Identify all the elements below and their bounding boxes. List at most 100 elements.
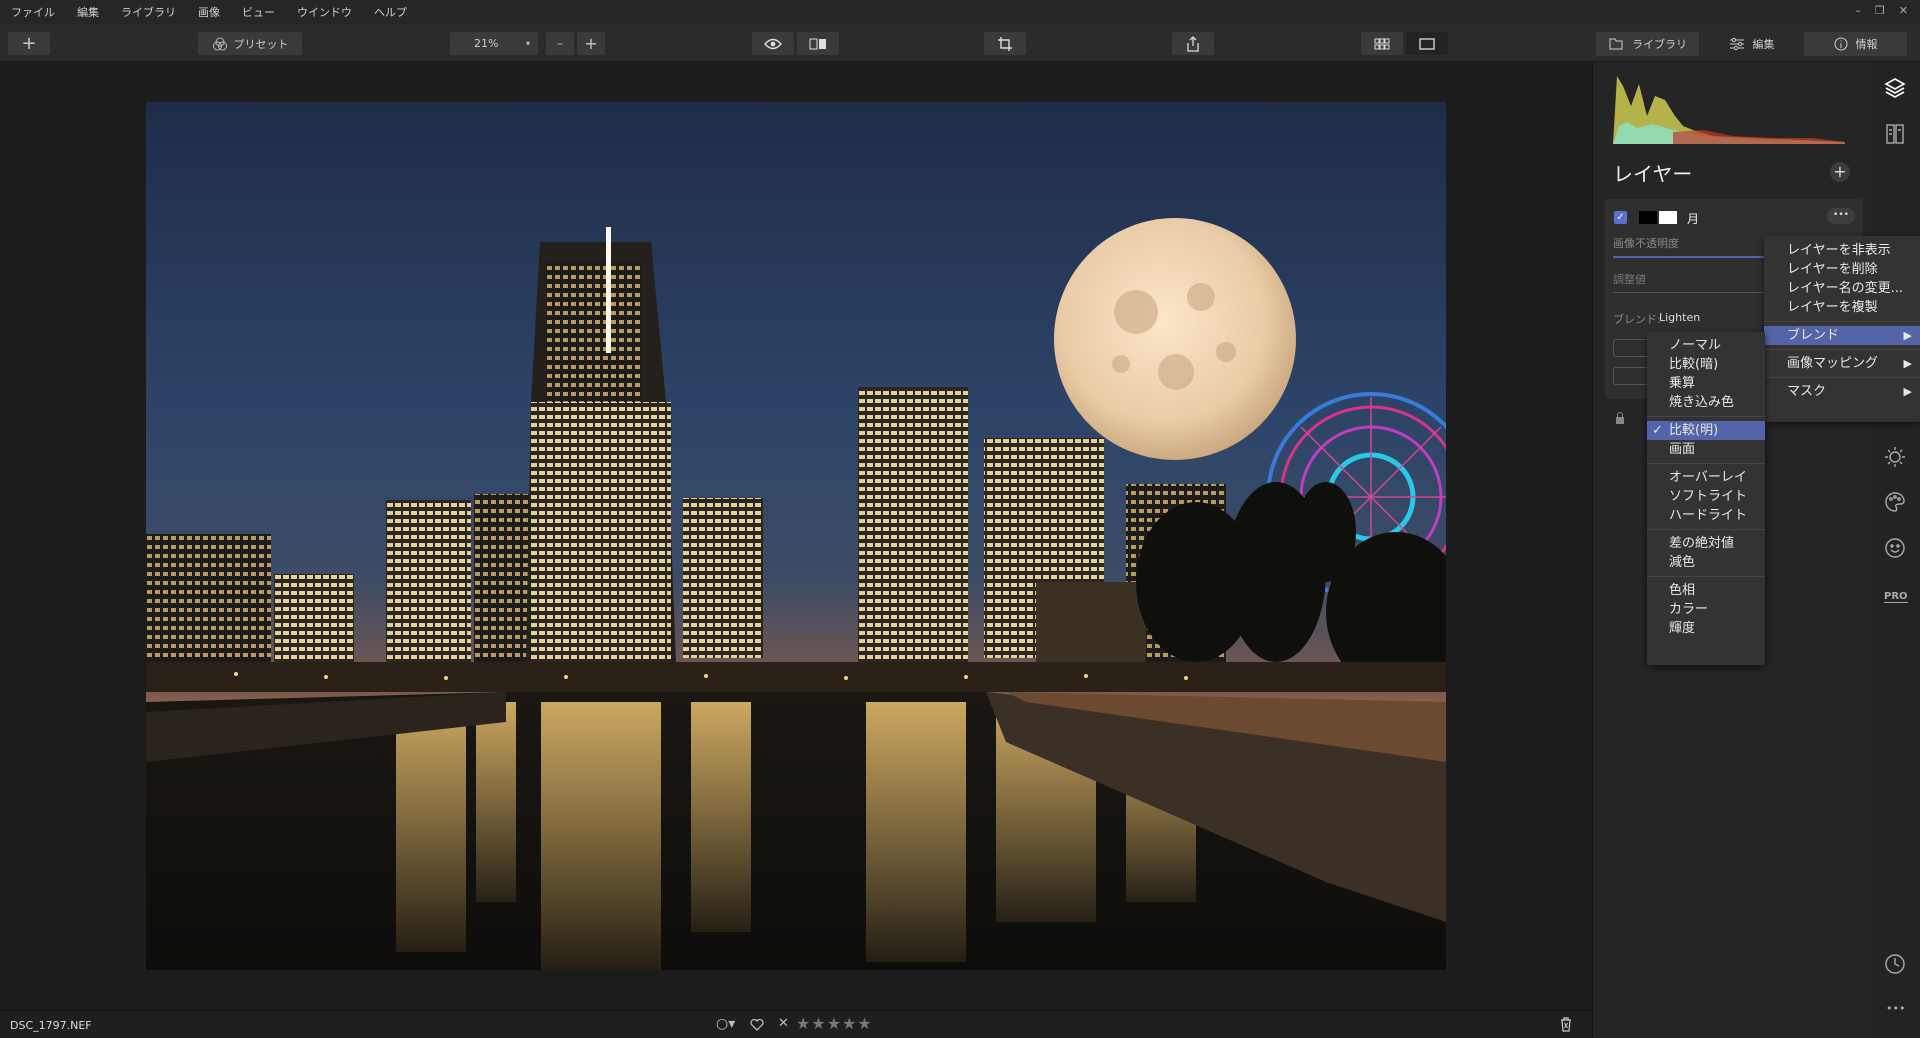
blend-color[interactable]: カラー <box>1647 600 1765 619</box>
zoom-in-label: + <box>584 34 598 53</box>
tab-library[interactable]: ライブラリ <box>1596 32 1700 56</box>
restore-button[interactable]: ❐ <box>1875 4 1885 17</box>
eye-icon <box>764 38 782 49</box>
heart-icon[interactable] <box>750 1019 764 1031</box>
palette-icon[interactable] <box>1883 490 1907 514</box>
preview-button[interactable] <box>752 32 794 55</box>
menu-image[interactable]: 画像 <box>187 4 231 20</box>
blend-soft-light[interactable]: ソフトライト <box>1647 487 1765 506</box>
menu-view[interactable]: ビュー <box>231 4 286 20</box>
menu-blend[interactable]: ブレンド ▶ <box>1764 326 1920 345</box>
share-icon <box>1187 35 1199 52</box>
menu-delete-layer[interactable]: レイヤーを削除 <box>1764 260 1920 279</box>
menu-separator <box>1647 463 1765 464</box>
tab-edit-label: 編集 <box>1752 38 1775 51</box>
menu-hide-layer[interactable]: レイヤーを非表示 <box>1764 241 1920 260</box>
close-button[interactable]: ✕ <box>1899 4 1908 17</box>
blend-lighten[interactable]: ✓ 比較(明) <box>1647 421 1765 440</box>
menu-file[interactable]: ファイル <box>0 4 66 20</box>
sliders-icon <box>1729 37 1744 51</box>
blend-multiply[interactable]: 乗算 <box>1647 374 1765 393</box>
tab-info-label: 情報 <box>1855 38 1878 51</box>
menu-mask-label: マスク <box>1787 384 1827 399</box>
star-rating[interactable]: ★★★★★ <box>796 1014 873 1033</box>
blend-luminosity[interactable]: 輝度 <box>1647 619 1765 638</box>
crop-icon <box>998 36 1012 51</box>
add-layer-button[interactable]: + <box>1830 162 1850 182</box>
blend-hue[interactable]: 色相 <box>1647 581 1765 600</box>
menu-separator <box>1764 321 1920 322</box>
photo-image <box>146 102 1446 970</box>
share-button[interactable] <box>1172 32 1214 55</box>
blend-overlay[interactable]: オーバーレイ <box>1647 468 1765 487</box>
zoom-select[interactable]: 21% ▾ <box>450 32 538 55</box>
blend-subtract[interactable]: 減色 <box>1647 553 1765 572</box>
grid-icon <box>1374 38 1390 49</box>
submenu-arrow-icon: ▶ <box>1903 329 1912 342</box>
menu-library[interactable]: ライブラリ <box>110 4 187 20</box>
compare-icon[interactable] <box>1883 122 1907 146</box>
zoom-value: 21% <box>474 37 499 50</box>
tool-icon-bar: PRO ••• <box>1870 62 1920 1038</box>
lock-icon[interactable] <box>1615 412 1625 424</box>
submenu-arrow-icon: ▶ <box>1903 357 1912 370</box>
grid-view-button[interactable] <box>1361 32 1403 55</box>
preset-label: プリセット <box>233 37 289 51</box>
single-view-icon <box>1419 37 1435 50</box>
pro-badge[interactable]: PRO <box>1884 591 1908 603</box>
trash-icon[interactable] <box>1560 1017 1572 1032</box>
face-icon[interactable] <box>1883 536 1907 560</box>
minimize-button[interactable]: – <box>1855 4 1861 17</box>
color-label-icon[interactable]: ○▾ <box>716 1016 735 1032</box>
layer-thumbnail[interactable] <box>1659 211 1677 224</box>
blend-darken[interactable]: 比較(暗) <box>1647 355 1765 374</box>
reject-icon[interactable]: ✕ <box>778 1016 789 1031</box>
preset-button[interactable]: プリセット <box>198 32 302 55</box>
layer-mask-thumbnail[interactable] <box>1639 211 1657 224</box>
blend-screen[interactable]: 画面 <box>1647 440 1765 459</box>
layers-icon[interactable] <box>1883 76 1907 100</box>
zoom-out-button[interactable]: – <box>546 32 574 55</box>
split-view-icon <box>809 38 826 49</box>
history-icon[interactable] <box>1883 952 1907 976</box>
status-bar: DSC_1797.NEF ○▾ ✕ ★★★★★ <box>0 1010 1592 1038</box>
blend-label: ブレンド: <box>1613 313 1661 326</box>
blend-color-burn[interactable]: 焼き込み色 <box>1647 393 1765 412</box>
layer-visibility-checkbox[interactable]: ✓ <box>1614 211 1627 224</box>
blend-value[interactable]: Lighten <box>1659 311 1700 324</box>
crop-button[interactable] <box>984 32 1026 55</box>
menu-bar: ファイル 編集 ライブラリ 画像 ビュー ウインドウ ヘルプ – ❐ ✕ <box>0 0 1920 24</box>
single-view-button[interactable] <box>1406 32 1448 55</box>
menu-blend-label: ブレンド <box>1787 328 1840 343</box>
blend-hard-light[interactable]: ハードライト <box>1647 506 1765 525</box>
more-label: ••• <box>1833 210 1849 220</box>
menu-duplicate-layer[interactable]: レイヤーを複製 <box>1764 298 1920 317</box>
blend-normal[interactable]: ノーマル <box>1647 336 1765 355</box>
menu-separator <box>1764 349 1920 350</box>
tab-info[interactable]: 情報 <box>1804 32 1908 56</box>
zoom-in-button[interactable]: + <box>577 32 605 55</box>
chevron-down-icon: ▾ <box>525 39 530 48</box>
photo-preview[interactable] <box>146 102 1446 970</box>
info-icon <box>1834 37 1847 51</box>
menu-image-mapping[interactable]: 画像マッピング ▶ <box>1764 354 1920 373</box>
menu-separator <box>1764 377 1920 378</box>
add-image-button[interactable]: + <box>8 32 50 55</box>
sun-icon[interactable] <box>1883 445 1907 469</box>
blend-difference[interactable]: 差の絶対値 <box>1647 534 1765 553</box>
window-controls: – ❐ ✕ <box>1855 4 1908 17</box>
tab-edit[interactable]: 編集 <box>1700 32 1804 56</box>
check-icon: ✓ <box>1652 423 1663 438</box>
layer-more-button[interactable]: ••• <box>1827 208 1855 224</box>
menu-mask[interactable]: マスク ▶ <box>1764 382 1920 401</box>
layer-name[interactable]: 月 <box>1687 210 1699 227</box>
menu-separator <box>1647 529 1765 530</box>
menu-rename-layer[interactable]: レイヤー名の変更... <box>1764 279 1920 298</box>
menu-edit[interactable]: 編集 <box>66 4 110 20</box>
opacity-label: 画像不透明度 <box>1613 237 1679 250</box>
compare-button[interactable] <box>797 32 839 55</box>
menu-help[interactable]: ヘルプ <box>363 4 418 20</box>
menu-window[interactable]: ウインドウ <box>286 4 363 20</box>
image-canvas[interactable] <box>0 62 1592 1010</box>
more-icon[interactable]: ••• <box>1886 1002 1905 1015</box>
